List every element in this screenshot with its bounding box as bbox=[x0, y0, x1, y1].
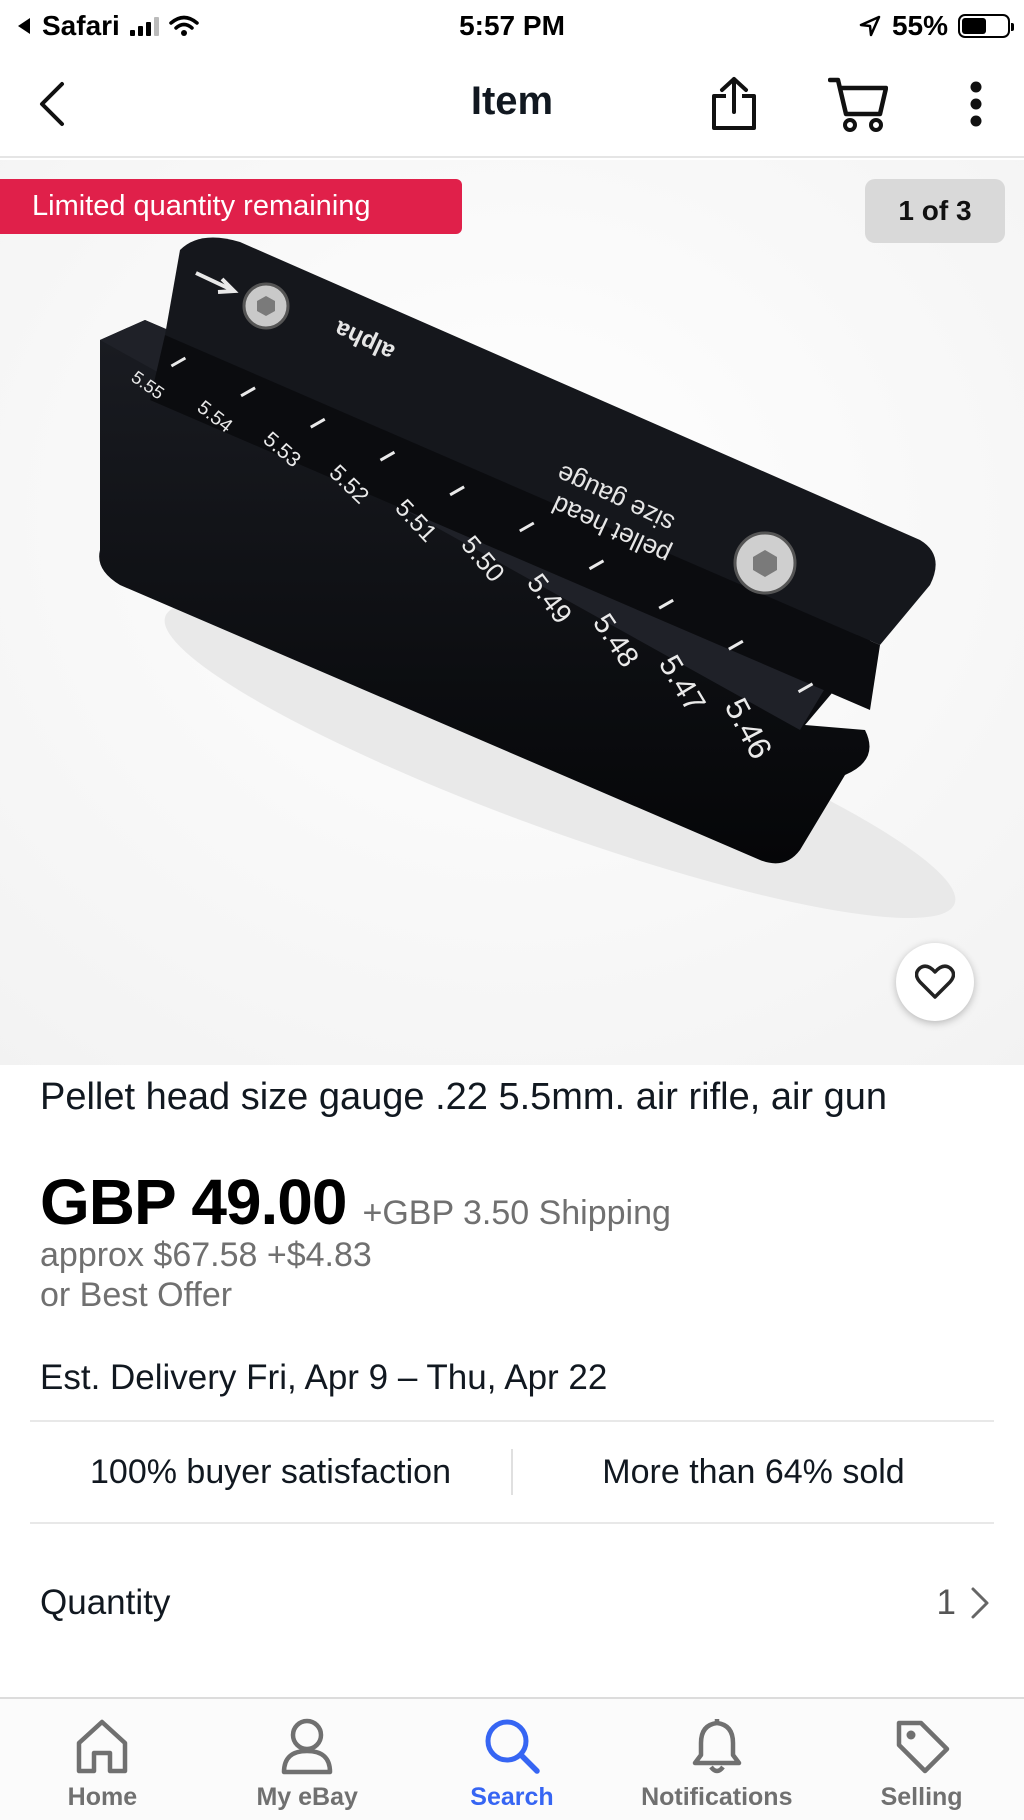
share-button[interactable] bbox=[702, 72, 766, 136]
share-icon bbox=[712, 77, 756, 130]
tab-notifications[interactable]: Notifications bbox=[614, 1699, 819, 1820]
tag-icon bbox=[896, 1720, 949, 1774]
tab-label-notifications: Notifications bbox=[641, 1783, 793, 1811]
battery-icon bbox=[958, 14, 1014, 38]
chevron-right-icon bbox=[971, 1587, 989, 1619]
bell-icon bbox=[692, 1719, 742, 1774]
person-icon bbox=[281, 1718, 333, 1775]
location-arrow-icon bbox=[859, 15, 881, 37]
product-image[interactable]: pellet head size gauge alpha 5.555.545.5… bbox=[0, 160, 1024, 1065]
buyer-satisfaction-stat: 100% buyer satisfaction bbox=[90, 1452, 451, 1491]
best-offer-text: or Best Offer bbox=[40, 1276, 233, 1314]
battery-percent: 55% bbox=[891, 10, 948, 41]
quantity-label: Quantity bbox=[40, 1583, 171, 1622]
home-icon bbox=[77, 1719, 128, 1774]
cart-icon bbox=[828, 77, 888, 132]
search-icon bbox=[485, 1719, 540, 1774]
item-title: Pellet head size gauge .22 5.5mm. air ri… bbox=[40, 1076, 888, 1118]
estimated-delivery: Est. Delivery Fri, Apr 9 – Thu, Apr 22 bbox=[40, 1358, 608, 1397]
price-row: GBP 49.00 +GBP 3.50 Shipping bbox=[40, 1165, 671, 1239]
limited-quantity-badge: Limited quantity remaining bbox=[0, 179, 462, 234]
tab-bar: Home My eBay Search Notifications Sellin… bbox=[0, 1697, 1024, 1820]
navigation-bar: Item bbox=[0, 52, 1024, 158]
quantity-selector[interactable]: 1 bbox=[937, 1583, 990, 1623]
sold-stat: More than 64% sold bbox=[602, 1452, 905, 1491]
quantity-value: 1 bbox=[936, 1583, 956, 1622]
tab-home[interactable]: Home bbox=[0, 1699, 205, 1820]
shipping-cost: +GBP 3.50 Shipping bbox=[362, 1194, 671, 1232]
status-bar: Safari 5:57 PM 55% bbox=[0, 0, 1024, 52]
tab-label-selling: Selling bbox=[880, 1783, 963, 1811]
tab-label-search: Search bbox=[470, 1783, 554, 1811]
cart-button[interactable] bbox=[826, 72, 890, 136]
quantity-row[interactable]: Quantity 1 bbox=[40, 1577, 990, 1629]
item-price: GBP 49.00 bbox=[40, 1166, 347, 1238]
more-options-button[interactable] bbox=[944, 72, 1008, 136]
image-counter-badge: 1 of 3 bbox=[865, 179, 1005, 243]
tab-my-ebay[interactable]: My eBay bbox=[205, 1699, 410, 1820]
seller-stats: 100% buyer satisfaction More than 64% so… bbox=[30, 1422, 994, 1522]
heart-icon bbox=[915, 964, 955, 999]
approx-price: approx $67.58 +$4.83 bbox=[40, 1236, 372, 1274]
tab-label-my-ebay: My eBay bbox=[256, 1783, 358, 1811]
status-right: 55% bbox=[858, 10, 1014, 42]
watch-button[interactable] bbox=[896, 943, 974, 1021]
tab-selling[interactable]: Selling bbox=[819, 1699, 1024, 1820]
battery-fill bbox=[962, 18, 987, 34]
tab-label-home: Home bbox=[67, 1783, 138, 1811]
more-vertical-icon bbox=[970, 81, 982, 127]
divider bbox=[30, 1522, 994, 1524]
product-image-carousel[interactable]: pellet head size gauge alpha 5.55 5.54 5.5… bbox=[0, 160, 1024, 1065]
tab-search[interactable]: Search bbox=[410, 1699, 615, 1820]
